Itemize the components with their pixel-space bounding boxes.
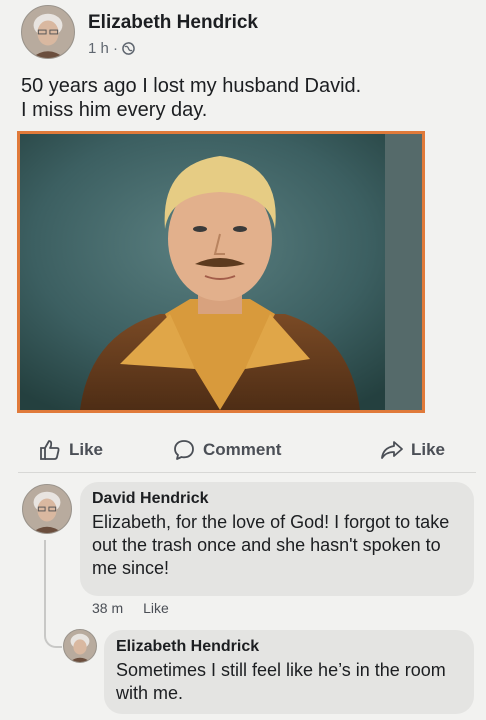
post-action-bar: Like Comment Like [0, 430, 486, 472]
thumbs-up-icon [40, 440, 60, 460]
post-photo[interactable] [17, 131, 425, 413]
action-divider [18, 472, 476, 473]
globe-icon [122, 42, 135, 55]
comment-author-avatar[interactable] [22, 484, 72, 534]
post-text-line-2: I miss him every day. [21, 99, 208, 121]
comment-meta: 38 m Like [92, 600, 169, 616]
share-arrow-icon [381, 441, 403, 459]
share-label: Like [411, 440, 446, 459]
comment-text: Elizabeth, for the love of God! I forgot… [92, 512, 450, 578]
comment-label: Comment [203, 440, 282, 459]
post-author-name[interactable]: Elizabeth Hendrick [88, 12, 258, 34]
reply-text: Sometimes I still feel like he’s in the … [116, 660, 446, 703]
share-button[interactable]: Like [380, 438, 445, 462]
post-time[interactable]: 1 h · [88, 40, 118, 57]
reply-thread-line [44, 540, 62, 648]
post-meta: 1 h · [88, 40, 135, 57]
post-text: 50 years ago I lost my husband David. I … [21, 74, 461, 122]
comment-time[interactable]: 38 m [92, 600, 123, 616]
comment-bubble-icon [174, 440, 194, 460]
post-text-line-1: 50 years ago I lost my husband David. [21, 75, 362, 97]
comment-like-link[interactable]: Like [143, 600, 169, 616]
reply-author-avatar[interactable] [63, 629, 97, 663]
comment-button[interactable]: Comment [172, 438, 281, 462]
facebook-post: Elizabeth Hendrick 1 h · 50 years ago I … [0, 0, 486, 720]
comment-bubble: David Hendrick Elizabeth, for the love o… [80, 482, 474, 596]
like-button[interactable]: Like [38, 438, 103, 462]
like-label: Like [69, 440, 104, 459]
comment-author-name[interactable]: David Hendrick [92, 490, 462, 508]
post-author-avatar[interactable] [21, 5, 75, 59]
reply-author-name[interactable]: Elizabeth Hendrick [116, 638, 462, 656]
reply-bubble: Elizabeth Hendrick Sometimes I still fee… [104, 630, 474, 714]
